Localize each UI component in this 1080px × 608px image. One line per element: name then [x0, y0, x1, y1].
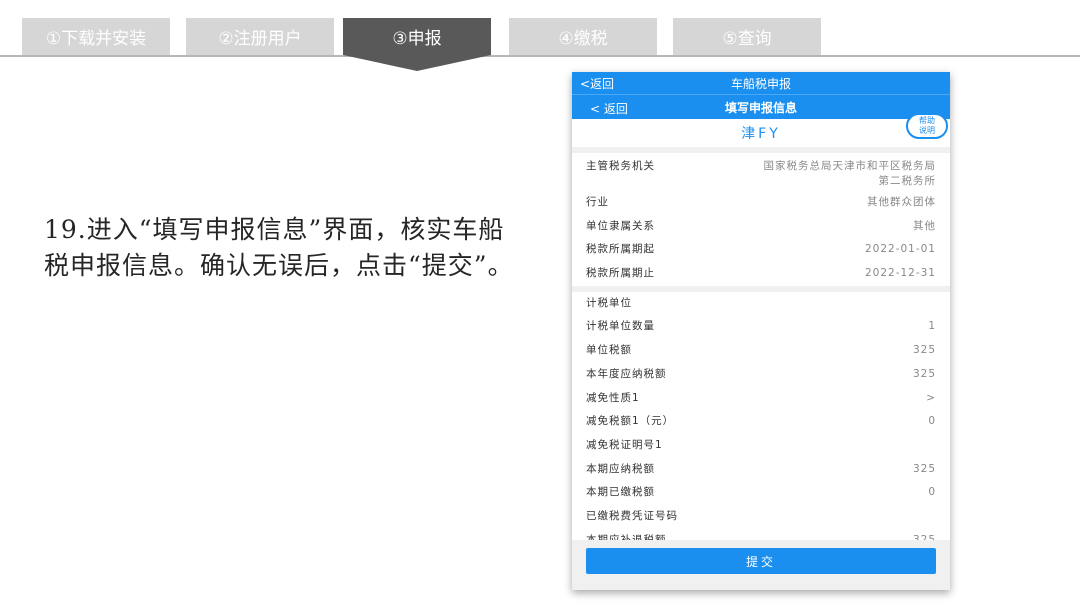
row-value: 0	[928, 486, 936, 499]
row-label: 单位隶属关系	[586, 219, 655, 232]
row-value: 0	[928, 415, 936, 428]
row-label: 已缴税费凭证号码	[586, 509, 678, 522]
info-row: 行业 其他群众团体	[572, 191, 950, 215]
info-row: 减免税证明号1	[572, 434, 950, 458]
info-row: 已缴税费凭证号码	[572, 505, 950, 529]
row-label: 计税单位	[586, 296, 632, 309]
row-value: 325	[912, 367, 936, 380]
row-value: 国家税务总局天津市和平区税务局第二税务所	[763, 160, 936, 187]
info-row: 本年度应纳税额 325	[572, 363, 950, 387]
row-label: 行业	[586, 196, 609, 208]
help-button-label: 帮助 说明	[919, 116, 935, 135]
row-value: 其他	[913, 219, 936, 232]
row-label: 主管税务机关	[586, 160, 655, 172]
row-value: 其他群众团体	[867, 196, 936, 208]
submit-button[interactable]: 提交	[586, 548, 936, 574]
submit-area: 提交	[572, 540, 950, 590]
chevron-right-icon: >	[926, 391, 936, 404]
app-title: 车船税申报	[730, 76, 791, 91]
row-value: 325	[912, 462, 936, 475]
exemption-type-selector[interactable]: 减免性质1 >	[572, 387, 950, 411]
row-value: 2022-12-31	[864, 267, 936, 280]
info-row: 单位隶属关系 其他	[572, 215, 950, 239]
info-row: 本期已缴税额 0	[572, 481, 950, 505]
step-tabs: ①下载并安装 ②注册用户 ③申报 ④缴税 ⑤查询	[0, 0, 1080, 80]
row-label: 本期已缴税额	[586, 486, 655, 499]
row-label: 税款所属期止	[586, 267, 655, 280]
page-title: 填写申报信息	[724, 100, 797, 115]
row-label: 本期应纳税额	[586, 462, 655, 475]
info-row: 单位税额 325	[572, 339, 950, 363]
help-button[interactable]: 帮助 说明	[906, 113, 948, 139]
tax-calculation-info: 计税单位 计税单位数量 1 单位税额 325 本年度应纳税额 325 减免性质1…	[572, 291, 950, 553]
step-query[interactable]: ⑤查询	[673, 18, 821, 55]
plate-number: 津FY	[741, 126, 781, 142]
info-row: 主管税务机关 国家税务总局天津市和平区税务局第二税务所	[572, 153, 950, 191]
info-row: 减免税额1（元） 0	[572, 410, 950, 434]
page-back-link[interactable]: < 返回	[590, 100, 628, 117]
row-value: 2022-01-01	[864, 243, 936, 256]
info-row: 计税单位数量 1	[572, 315, 950, 339]
row-label: 计税单位数量	[586, 320, 655, 333]
phone-screen: <返回 车船税申报 < 返回 填写申报信息 津FY 帮助 说明 主管税务机关 国…	[572, 72, 950, 590]
row-label: 减免税额1（元）	[586, 415, 675, 428]
step-register-user[interactable]: ②注册用户	[186, 18, 334, 55]
step-declare-active[interactable]: ③申报	[343, 18, 491, 55]
row-label: 减免性质1	[586, 391, 640, 404]
info-row: 税款所属期止 2022-12-31	[572, 262, 950, 286]
tab-baseline	[0, 55, 1080, 57]
info-row: 本期应纳税额 325	[572, 458, 950, 482]
instruction-text: 19.进入“填写申报信息”界面，核实车船税申报信息。确认无误后，点击“提交”。	[44, 215, 514, 280]
row-label: 减免税证明号1	[586, 438, 663, 451]
row-value: 1	[928, 320, 936, 333]
step-download-install[interactable]: ①下载并安装	[22, 18, 170, 55]
row-label: 单位税额	[586, 344, 632, 357]
app-header: <返回 车船税申报	[572, 72, 950, 94]
plate-number-bar: 津FY 帮助 说明	[572, 113, 950, 147]
info-row: 计税单位	[572, 292, 950, 316]
step-pay-tax[interactable]: ④缴税	[509, 18, 657, 55]
declaration-basic-info: 主管税务机关 国家税务总局天津市和平区税务局第二税务所 行业 其他群众团体 单位…	[572, 153, 950, 286]
app-back-link[interactable]: <返回	[580, 75, 614, 92]
row-value: 325	[912, 344, 936, 357]
row-label: 本年度应纳税额	[586, 367, 667, 380]
active-step-pointer	[343, 55, 491, 71]
page-header: < 返回 填写申报信息	[572, 94, 950, 119]
info-row: 税款所属期起 2022-01-01	[572, 238, 950, 262]
row-label: 税款所属期起	[586, 243, 655, 256]
